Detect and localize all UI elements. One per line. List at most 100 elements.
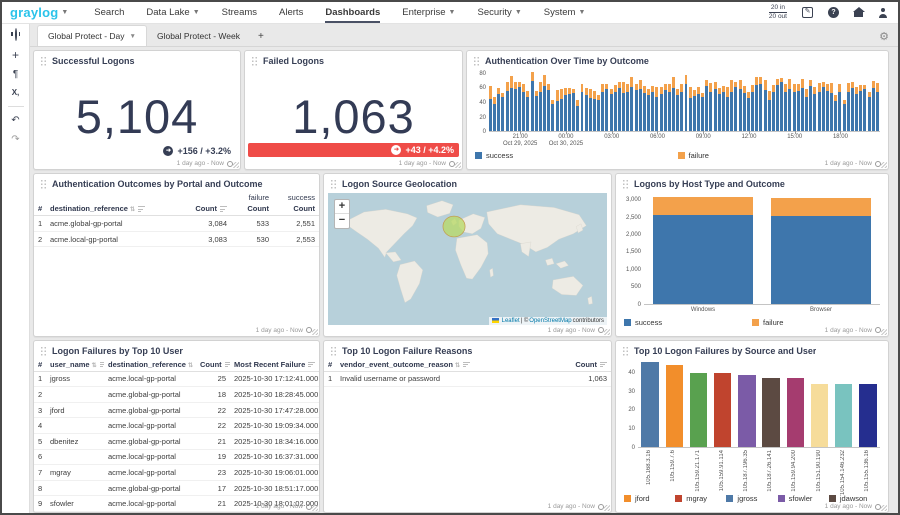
column-header-num[interactable]: # bbox=[34, 202, 46, 216]
time-bar bbox=[506, 82, 509, 131]
column-header-ref[interactable]: destination_reference⇅ bbox=[46, 202, 179, 216]
legend-item-failure[interactable]: failure bbox=[678, 151, 881, 160]
sort-icon[interactable]: ⇅ bbox=[188, 363, 193, 369]
tab-caret-icon[interactable]: ▼ bbox=[130, 33, 136, 40]
success-segment bbox=[597, 100, 600, 131]
user-menu-icon[interactable] bbox=[878, 8, 888, 18]
column-header-reason[interactable]: vendor_event_outcome_reason⇅ bbox=[336, 358, 561, 372]
fields-icon[interactable]: X, bbox=[12, 89, 20, 97]
resize-handle[interactable] bbox=[604, 505, 610, 511]
time-bar bbox=[531, 72, 534, 131]
time-bar bbox=[859, 85, 862, 131]
resize-handle[interactable] bbox=[881, 505, 887, 511]
failure-segment bbox=[739, 80, 742, 89]
chevron-down-icon: ▼ bbox=[449, 9, 456, 16]
cell-recent: 2025-10-30 16:37:31.000 bbox=[230, 449, 319, 465]
legend-item-success[interactable]: success bbox=[475, 151, 678, 160]
drag-handle-icon[interactable] bbox=[330, 346, 337, 356]
column-header-success-count[interactable]: Count bbox=[273, 202, 319, 216]
legend-item-jgross[interactable]: jgross bbox=[726, 494, 777, 503]
y-tick-label: 10 bbox=[628, 426, 635, 432]
drag-handle-icon[interactable] bbox=[330, 179, 337, 189]
leaflet-map[interactable]: + − bbox=[328, 193, 607, 324]
format-icon[interactable]: ¶ bbox=[13, 70, 18, 80]
cell-count: 21 bbox=[196, 434, 230, 450]
resize-handle[interactable] bbox=[312, 329, 318, 335]
failure-segment bbox=[593, 91, 596, 99]
create-icon[interactable]: + bbox=[12, 49, 19, 61]
nav-item-streams[interactable]: Streams bbox=[222, 2, 257, 23]
success-segment bbox=[605, 89, 608, 131]
column-header-count[interactable]: Count bbox=[561, 358, 611, 372]
scratchpad-icon[interactable]: ✎ bbox=[802, 7, 813, 18]
nav-item-search[interactable]: Search bbox=[94, 2, 124, 23]
add-tab-button[interactable]: + bbox=[250, 27, 272, 46]
sort-order-icon[interactable] bbox=[225, 362, 230, 368]
nav-item-data-lake[interactable]: Data Lake▼ bbox=[146, 2, 199, 23]
sort-order-icon[interactable] bbox=[220, 206, 227, 212]
osm-link[interactable]: OpenStreetMap bbox=[529, 318, 571, 324]
nav-item-dashboards[interactable]: Dashboards bbox=[325, 2, 380, 23]
logo-caret-icon[interactable]: ▼ bbox=[61, 9, 68, 16]
undo-icon[interactable]: ↶ bbox=[11, 116, 19, 126]
column-header-num[interactable]: # bbox=[324, 358, 336, 372]
zoom-out-button[interactable]: − bbox=[335, 214, 349, 228]
sort-icon[interactable]: ⇅ bbox=[130, 207, 135, 213]
sidebar-toggle-icon[interactable] bbox=[15, 30, 17, 40]
gear-icon[interactable]: ⚙ bbox=[879, 30, 889, 46]
graylog-logo[interactable]: graylog bbox=[10, 5, 58, 20]
redo-icon[interactable]: ↷ bbox=[11, 135, 19, 145]
nav-item-enterprise[interactable]: Enterprise▼ bbox=[402, 2, 455, 23]
column-header-ref[interactable]: destination_reference⇅ bbox=[104, 358, 196, 372]
resize-handle[interactable] bbox=[312, 505, 318, 511]
legend-item-mgray[interactable]: mgray bbox=[675, 494, 726, 503]
nav-item-alerts[interactable]: Alerts bbox=[279, 2, 303, 23]
leaflet-link[interactable]: Leaflet bbox=[502, 318, 520, 324]
throughput-indicator[interactable]: 20 in 20 out bbox=[769, 4, 787, 21]
legend-item-success[interactable]: success bbox=[624, 318, 752, 327]
column-header-num[interactable]: # bbox=[34, 358, 46, 372]
resize-handle[interactable] bbox=[881, 162, 887, 168]
column-header-recent[interactable]: Most Recent Failure bbox=[230, 358, 319, 372]
nav-item-security[interactable]: Security▼ bbox=[477, 2, 521, 23]
tab-global-protect-week[interactable]: Global Protect - Week bbox=[147, 26, 250, 46]
drag-handle-icon[interactable] bbox=[473, 56, 480, 66]
sort-icon[interactable]: ⇅ bbox=[455, 363, 460, 369]
cell-user: dbenitez bbox=[46, 434, 104, 450]
sort-order-icon[interactable] bbox=[138, 206, 145, 212]
sort-icon[interactable]: ⇅ bbox=[92, 363, 97, 369]
sort-order-icon[interactable] bbox=[100, 362, 104, 368]
legend-item-jford[interactable]: jford bbox=[624, 494, 675, 503]
cell-num: 2 bbox=[34, 387, 46, 403]
help-icon[interactable]: ? bbox=[828, 7, 839, 18]
nav-item-system[interactable]: System▼ bbox=[544, 2, 586, 23]
column-header-user[interactable]: user_name⇅ bbox=[46, 358, 104, 372]
legend-item-failure[interactable]: failure bbox=[752, 318, 880, 327]
column-header-count[interactable]: Count bbox=[196, 358, 230, 372]
sort-order-icon[interactable] bbox=[600, 362, 607, 368]
column-header-failure-count[interactable]: Count bbox=[231, 202, 273, 216]
drag-handle-icon[interactable] bbox=[40, 179, 47, 189]
tab-global-protect-day[interactable]: Global Protect - Day ▼ bbox=[37, 25, 147, 46]
resize-handle[interactable] bbox=[881, 329, 887, 335]
drag-handle-icon[interactable] bbox=[40, 346, 47, 356]
legend-item-sfowler[interactable]: sfowler bbox=[778, 494, 829, 503]
resize-handle[interactable] bbox=[604, 329, 610, 335]
sort-order-icon[interactable] bbox=[308, 362, 315, 368]
column-header-count[interactable]: Count bbox=[179, 202, 231, 216]
drag-handle-icon[interactable] bbox=[622, 346, 629, 356]
zoom-in-button[interactable]: + bbox=[335, 200, 349, 214]
time-bar bbox=[589, 89, 592, 132]
time-bar bbox=[780, 78, 783, 131]
cell-destination: acme.global-gp-portal bbox=[104, 480, 196, 496]
time-chart: 020406080 21:00Oct 29, 202500:00Oct 30, … bbox=[467, 68, 888, 169]
resize-handle[interactable] bbox=[455, 162, 461, 168]
resize-handle[interactable] bbox=[233, 162, 239, 168]
cell-user: mgray bbox=[46, 465, 104, 481]
legend-item-jdawson[interactable]: jdawson bbox=[829, 494, 880, 503]
y-tick-label: 80 bbox=[479, 71, 486, 77]
drag-handle-icon[interactable] bbox=[622, 179, 629, 189]
time-bar bbox=[830, 83, 833, 131]
sort-order-icon[interactable] bbox=[463, 362, 470, 368]
home-icon[interactable] bbox=[854, 8, 863, 17]
